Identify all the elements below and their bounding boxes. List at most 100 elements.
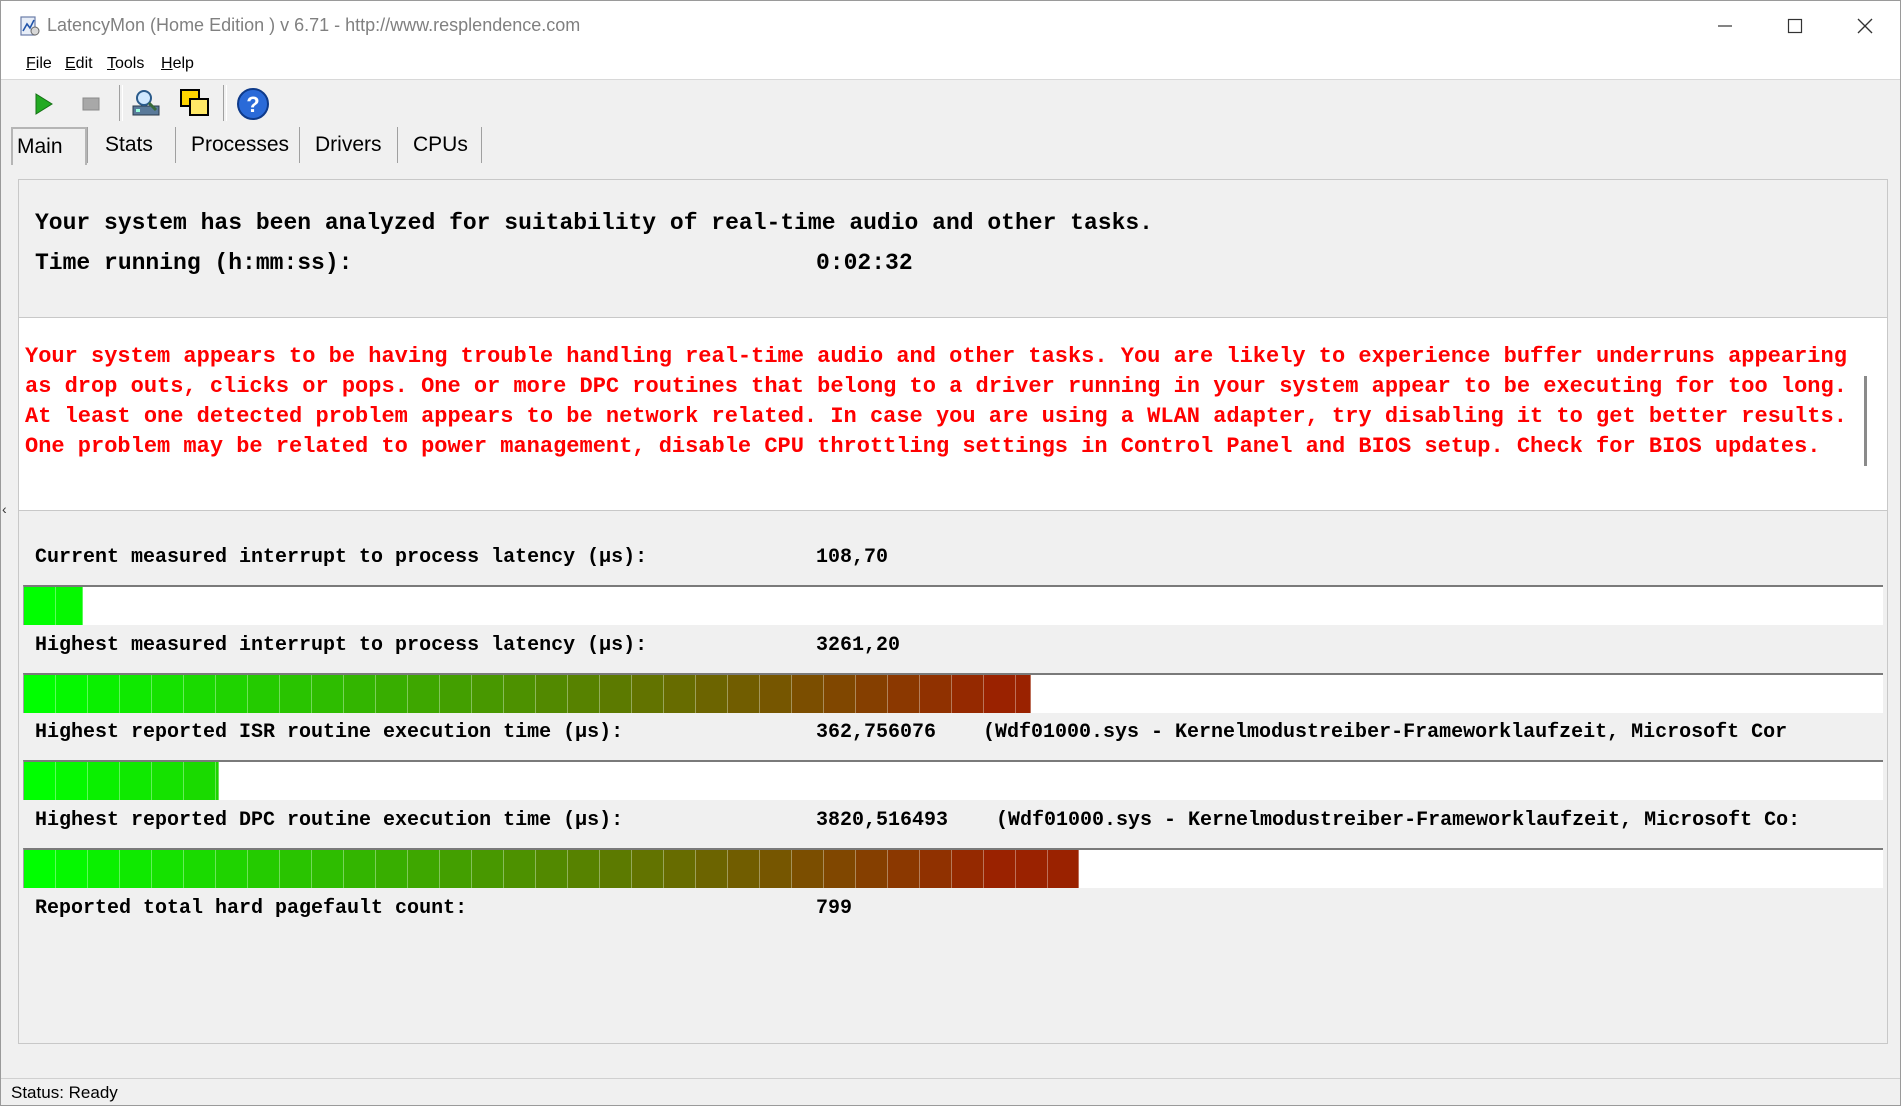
- tab-processes[interactable]: Processes: [187, 127, 293, 163]
- tab-cpus[interactable]: CPUs: [409, 127, 472, 163]
- bar-segment: [536, 675, 568, 713]
- status-bar: Status: Ready: [1, 1078, 1900, 1105]
- bar-segment: [760, 850, 792, 888]
- minimize-button[interactable]: [1690, 1, 1760, 51]
- menu-bar: File Edit Tools Help: [1, 51, 1900, 80]
- isr-time-bar-fill: [24, 762, 219, 800]
- windows-icon: [180, 89, 209, 116]
- driver-search-button[interactable]: [129, 86, 165, 122]
- help-button[interactable]: ?: [235, 86, 271, 122]
- analysis-headline: Your system has been analyzed for suitab…: [35, 210, 1153, 236]
- bar-segment: [120, 762, 152, 800]
- bar-segment: [408, 675, 440, 713]
- status-text: Status: Ready: [11, 1083, 118, 1102]
- bar-segment: [56, 675, 88, 713]
- tab-separator: [397, 127, 398, 163]
- bar-segment: [632, 675, 664, 713]
- tab-drivers[interactable]: Drivers: [311, 127, 386, 163]
- tab-main[interactable]: Main: [11, 127, 87, 165]
- bar-segment: [120, 675, 152, 713]
- svg-text:?: ?: [246, 92, 259, 117]
- dpc-time-bar: [23, 848, 1883, 888]
- main-panel: Your system has been analyzed for suitab…: [18, 179, 1888, 1044]
- bar-segment: [312, 850, 344, 888]
- bar-segment: [536, 850, 568, 888]
- title-bar: LatencyMon (Home Edition ) v 6.71 - http…: [1, 1, 1900, 51]
- tab-strip: Main Stats Processes Drivers CPUs: [1, 127, 1900, 165]
- bar-segment: [280, 675, 312, 713]
- tab-separator: [87, 127, 88, 163]
- tab-separator: [299, 127, 300, 163]
- bar-segment: [824, 675, 856, 713]
- bar-segment: [216, 675, 248, 713]
- time-running-label: Time running (h:mm:ss):: [35, 250, 353, 276]
- highest-latency-bar: [23, 673, 1883, 713]
- metrics-clip: Current measured interrupt to process la…: [19, 511, 1887, 1041]
- dpc-time-label: Highest reported DPC routine execution t…: [35, 809, 624, 832]
- menu-tools[interactable]: Tools: [107, 55, 144, 73]
- bar-segment: [568, 675, 600, 713]
- bar-segment: [24, 587, 56, 625]
- stop-icon: [82, 97, 100, 111]
- menu-help[interactable]: Help: [161, 55, 194, 73]
- highest-latency-bar-fill: [24, 675, 1031, 713]
- isr-time-label: Highest reported ISR routine execution t…: [35, 721, 624, 744]
- bar-segment: [472, 850, 504, 888]
- menu-edit[interactable]: Edit: [65, 55, 93, 73]
- isr-time-bar: [23, 760, 1883, 800]
- bar-segment: [440, 675, 472, 713]
- bar-segment: [120, 850, 152, 888]
- app-window: LatencyMon (Home Edition ) v 6.71 - http…: [0, 0, 1901, 1106]
- menu-file[interactable]: File: [26, 55, 52, 73]
- start-monitoring-button[interactable]: [25, 86, 61, 122]
- bar-segment: [888, 850, 920, 888]
- bar-segment: [600, 675, 632, 713]
- highest-latency-label: Highest measured interrupt to process la…: [35, 634, 648, 657]
- toolbar-separator: [223, 85, 227, 121]
- stop-monitoring-button[interactable]: [73, 86, 109, 122]
- bar-segment: [856, 850, 888, 888]
- maximize-button[interactable]: [1760, 1, 1830, 51]
- current-latency-label: Current measured interrupt to process la…: [35, 546, 648, 569]
- windows-button[interactable]: [177, 86, 213, 122]
- close-button[interactable]: [1830, 1, 1900, 51]
- tab-separator: [481, 127, 482, 163]
- bar-segment: [952, 850, 984, 888]
- help-icon: ?: [237, 88, 269, 120]
- bar-segment: [216, 762, 219, 800]
- bar-segment: [632, 850, 664, 888]
- bar-segment: [600, 850, 632, 888]
- bar-segment: [376, 675, 408, 713]
- bar-segment: [152, 675, 184, 713]
- bar-segment: [504, 850, 536, 888]
- bar-segment: [696, 850, 728, 888]
- tab-separator: [175, 127, 176, 163]
- tab-stats[interactable]: Stats: [101, 127, 157, 163]
- bar-segment: [152, 762, 184, 800]
- bar-segment: [472, 675, 504, 713]
- bar-segment: [312, 675, 344, 713]
- dpc-time-bar-fill: [24, 850, 1079, 888]
- bar-segment: [696, 675, 728, 713]
- bar-segment: [664, 850, 696, 888]
- highest-latency-value: 3261,20: [816, 634, 901, 657]
- toolbar-separator: [119, 85, 123, 121]
- conclusion-box[interactable]: Your system appears to be having trouble…: [19, 318, 1887, 511]
- bar-segment: [952, 675, 984, 713]
- isr-time-value: 362,756076: [816, 721, 937, 744]
- window-title: LatencyMon (Home Edition ) v 6.71 - http…: [47, 15, 581, 35]
- bar-segment: [1048, 850, 1079, 888]
- dpc-time-value: 3820,516493: [816, 809, 949, 832]
- bar-segment: [184, 762, 216, 800]
- bar-segment: [184, 850, 216, 888]
- bar-segment: [504, 675, 536, 713]
- conclusion-scrollbar[interactable]: [1864, 376, 1867, 466]
- pagefault-label: Reported total hard pagefault count:: [35, 897, 468, 920]
- toolbar: ?: [1, 80, 1900, 126]
- splitter-arrow-icon: ‹: [2, 501, 7, 517]
- current-latency-value: 108,70: [816, 546, 889, 569]
- conclusion-text: Your system appears to be having trouble…: [25, 344, 1847, 459]
- bar-segment: [344, 675, 376, 713]
- bar-segment: [184, 675, 216, 713]
- bar-segment: [24, 850, 56, 888]
